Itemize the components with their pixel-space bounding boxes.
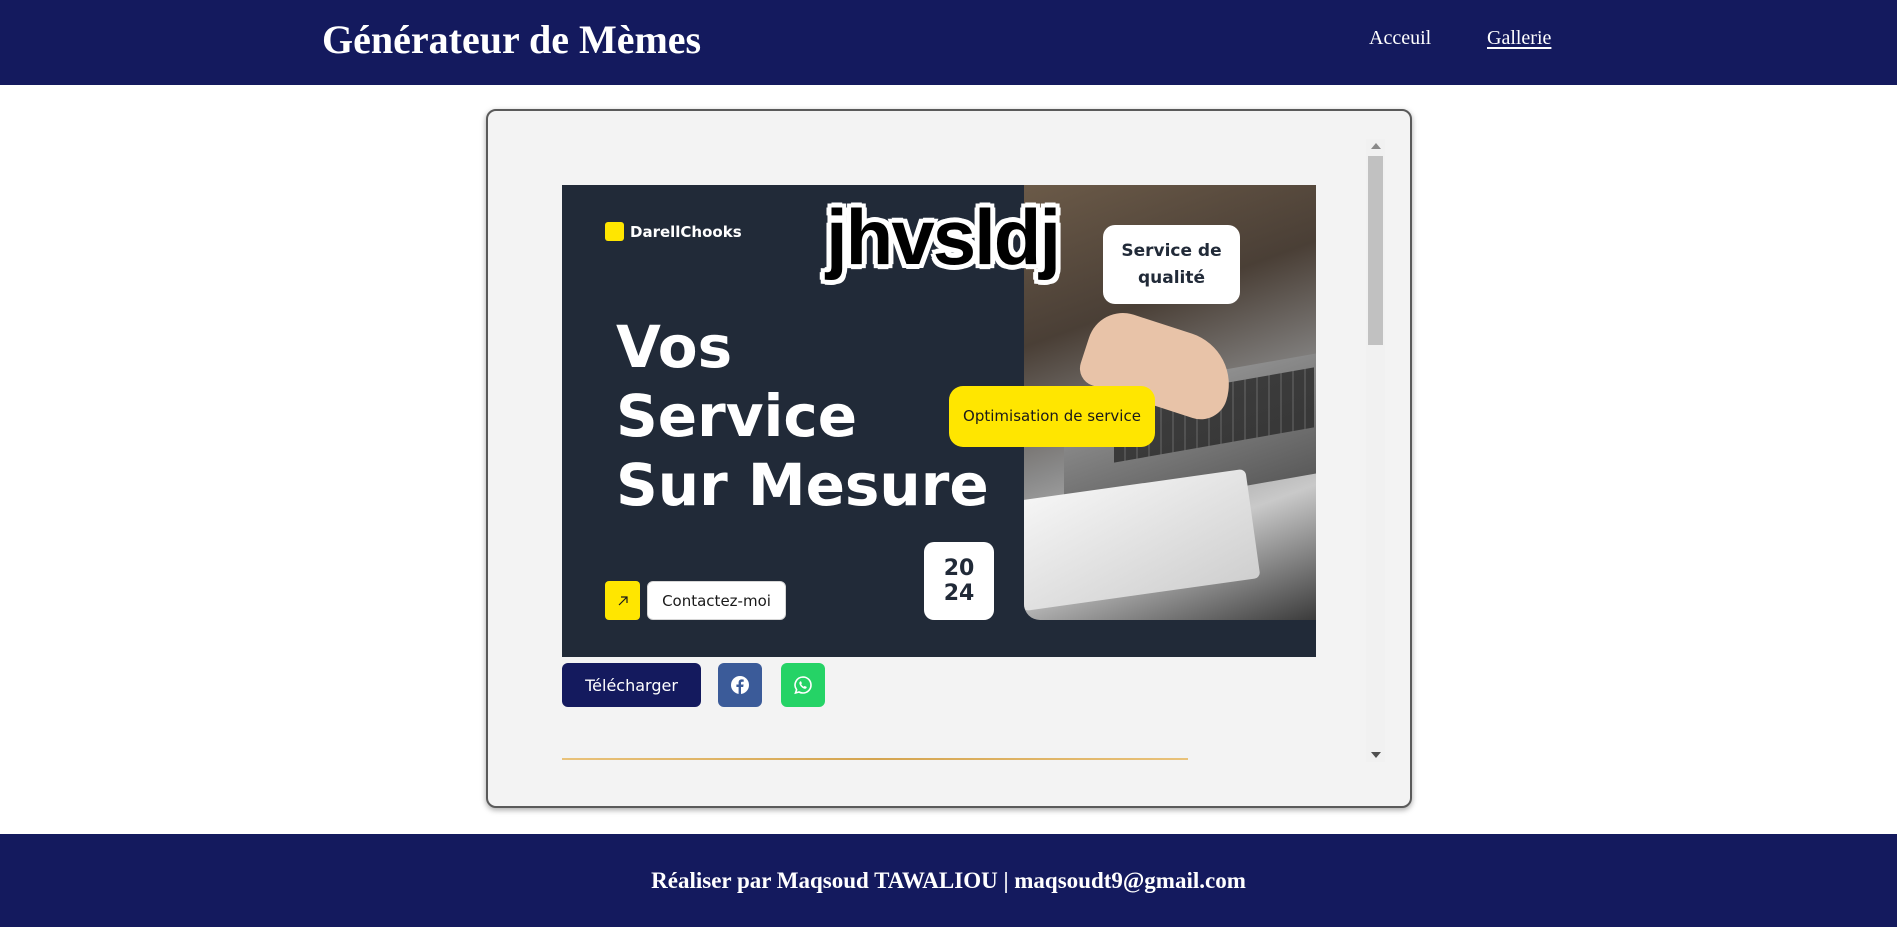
meme-caption: jhvsldj	[826, 193, 1061, 281]
scrollbar-thumb[interactable]	[1368, 156, 1383, 345]
scroll-down-arrow-icon[interactable]	[1371, 752, 1381, 758]
whatsapp-icon	[794, 676, 812, 695]
nav-link-home[interactable]: Acceuil	[1369, 26, 1431, 50]
site-footer: Réaliser par Maqsoud TAWALIOU | maqsoudt…	[0, 834, 1897, 927]
headline-line: Sur Mesure	[616, 451, 989, 519]
year-box: 20 24	[924, 542, 994, 620]
quality-badge: Service de qualité	[1103, 225, 1240, 304]
template-headline: Vos Service Sur Mesure	[616, 313, 989, 520]
arrow-up-right-icon	[605, 581, 640, 620]
headline-line: Service	[616, 382, 858, 450]
footer-credit: Réaliser par Maqsoud TAWALIOU | maqsoudt…	[651, 868, 1246, 893]
facebook-icon	[731, 676, 749, 694]
year-bottom: 24	[943, 581, 975, 606]
whatsapp-share-button[interactable]	[781, 663, 825, 707]
nav-link-gallery[interactable]: Gallerie	[1487, 26, 1551, 50]
meme-image: DarellChooks Vos Service Sur Mesure Serv…	[562, 185, 1316, 657]
photo-paper	[1024, 468, 1261, 612]
brand-name: DarellChooks	[630, 223, 742, 241]
facebook-share-button[interactable]	[718, 663, 762, 707]
year-top: 20	[943, 556, 975, 581]
gallery-divider	[562, 758, 1188, 760]
optimisation-pill: Optimisation de service	[949, 386, 1155, 447]
gallery-scrollbar[interactable]	[1366, 139, 1385, 762]
template-contact-label: Contactez-moi	[647, 581, 786, 620]
site-title: Générateur de Mèmes	[322, 17, 702, 62]
scroll-up-arrow-icon[interactable]	[1371, 143, 1381, 149]
download-button[interactable]: Télécharger	[562, 663, 701, 707]
site-header: Générateur de Mèmes Acceuil Gallerie	[0, 0, 1897, 85]
gallery-scroll-area[interactable]: DarellChooks Vos Service Sur Mesure Serv…	[488, 111, 1410, 806]
gallery-card: DarellChooks Vos Service Sur Mesure Serv…	[486, 109, 1412, 808]
meme-actions: Télécharger	[562, 663, 862, 707]
brand-logo-square	[605, 222, 624, 241]
headline-line: Vos	[616, 313, 733, 381]
